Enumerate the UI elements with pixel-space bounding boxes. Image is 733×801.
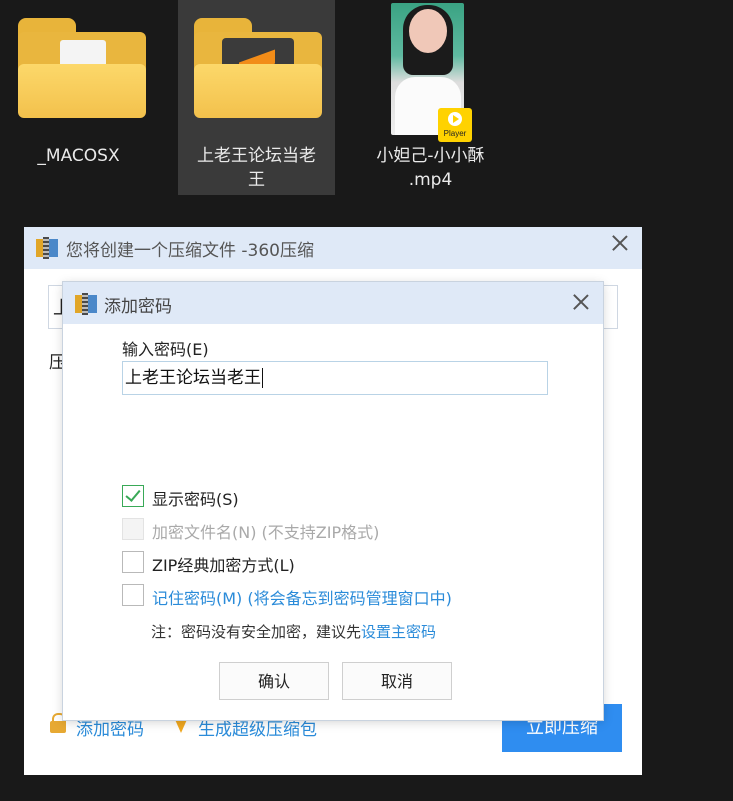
desktop-item-label: 小妲己-小小酥 .mp4 xyxy=(376,146,485,190)
checkbox[interactable] xyxy=(122,551,144,573)
desktop-item-macosx[interactable]: _MACOSX xyxy=(0,0,157,195)
note-text: 注：密码没有安全加密，建议先 xyxy=(151,623,362,641)
desktop-item-folder-selected[interactable]: 上老王论坛当老 王 xyxy=(178,0,335,195)
dialog-title: 添加密码 xyxy=(104,297,172,317)
password-input[interactable]: 上老王论坛当老王 xyxy=(122,361,548,395)
folder-icon xyxy=(18,18,146,118)
folder-icon xyxy=(194,18,322,118)
compress-window-title: 您将创建一个压缩文件 -360压缩 xyxy=(66,241,314,261)
add-password-dialog: 添加密码 输入密码(E) 上老王论坛当老王 显示密码(S) 加密文件名(N) (… xyxy=(63,282,603,720)
desktop-item-label: _MACOSX xyxy=(37,146,120,166)
desktop-item-label: 上老王论坛当老 王 xyxy=(197,146,316,190)
checkbox[interactable] xyxy=(122,584,144,606)
show-password-label: 显示密码(S) xyxy=(152,490,239,509)
ok-button[interactable]: 确认 xyxy=(219,662,329,700)
close-icon[interactable] xyxy=(611,234,629,252)
password-value: 上老王论坛当老王 xyxy=(125,368,261,388)
security-note: 注：密码没有安全加密，建议先设置主密码 xyxy=(151,621,436,642)
compress-window-titlebar[interactable]: 您将创建一个压缩文件 -360压缩 xyxy=(24,227,642,269)
zip-app-icon xyxy=(75,293,97,315)
cancel-button[interactable]: 取消 xyxy=(342,662,452,700)
password-label: 输入密码(E) xyxy=(122,340,209,359)
close-icon[interactable] xyxy=(572,293,590,311)
play-icon xyxy=(448,112,462,126)
remember-password-label: 记住密码(M) (将会备忘到密码管理窗口中) xyxy=(152,589,452,608)
zip-classic-label: ZIP经典加密方式(L) xyxy=(152,556,295,575)
player-badge-label: Player xyxy=(443,129,467,138)
dialog-titlebar[interactable]: 添加密码 xyxy=(63,282,603,324)
zip-app-icon xyxy=(36,237,58,259)
checkbox-disabled xyxy=(122,518,144,540)
checkbox-checked-icon[interactable] xyxy=(122,485,144,507)
set-master-password-link[interactable]: 设置主密码 xyxy=(361,623,436,641)
encrypt-filename-label: 加密文件名(N) (不支持ZIP格式) xyxy=(152,523,380,542)
player-badge: Player xyxy=(438,108,472,142)
